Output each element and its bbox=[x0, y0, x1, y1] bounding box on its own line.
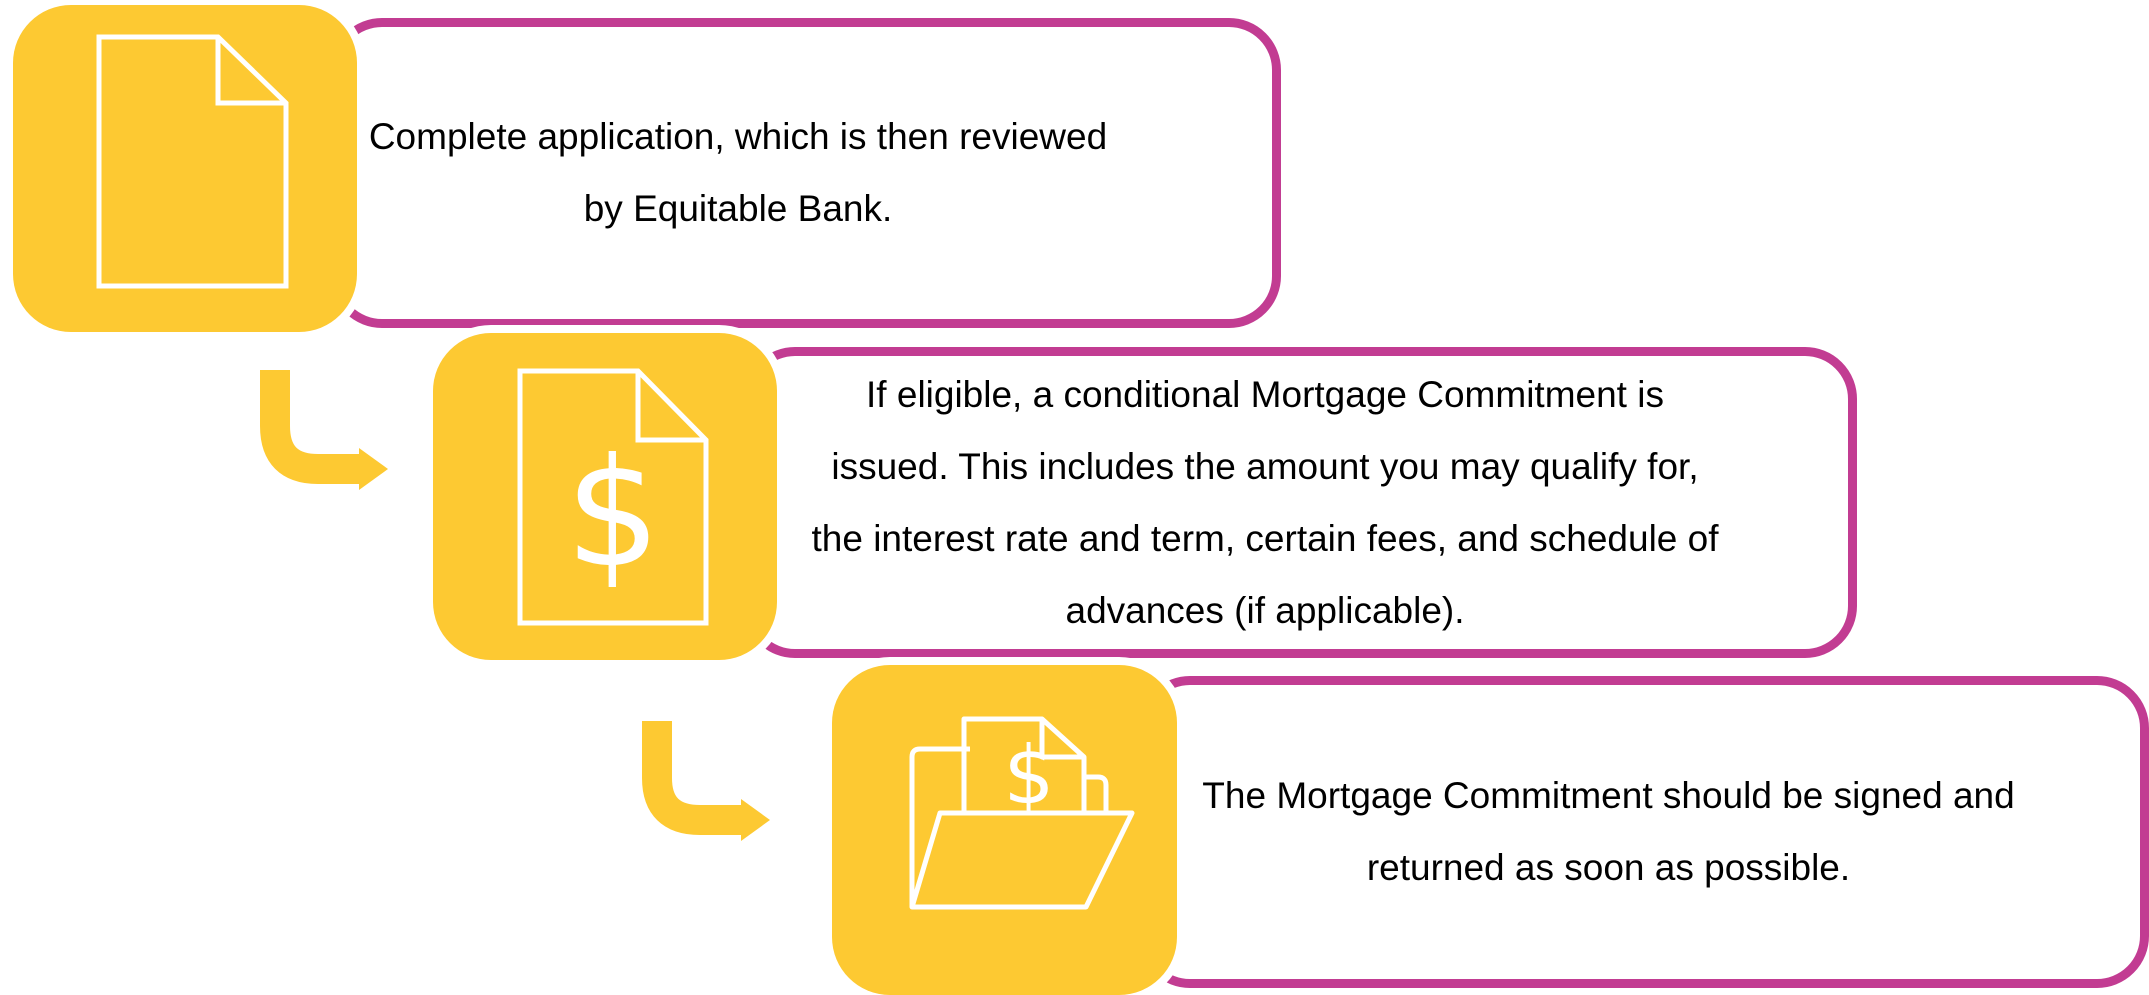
step-2-text: If eligible, a conditional Mortgage Comm… bbox=[765, 359, 1765, 647]
step-2-card: If eligible, a conditional Mortgage Comm… bbox=[743, 347, 1857, 658]
step-1-text: Complete application, which is then revi… bbox=[328, 101, 1148, 245]
document-icon bbox=[96, 34, 289, 289]
turn-right-arrow-icon bbox=[260, 370, 388, 490]
step-2-text-line: the interest rate and term, certain fees… bbox=[811, 517, 1719, 559]
folder-dollar-icon: $ bbox=[909, 716, 1135, 910]
step-1-text-line: Complete application, which is then revi… bbox=[368, 116, 1108, 157]
dollar-sign-glyph: $ bbox=[1004, 729, 1055, 822]
step-1-card: Complete application, which is then revi… bbox=[330, 18, 1281, 328]
step-1-text-line: by Equitable Bank. bbox=[583, 188, 893, 229]
step-2-text-line: If eligible, a conditional Mortgage Comm… bbox=[866, 373, 1664, 415]
step-2-icon-tile: $ bbox=[433, 333, 777, 660]
step-3-text-line: returned as soon as possible. bbox=[1366, 847, 1851, 888]
step-3-icon-tile: $ bbox=[832, 665, 1177, 995]
step-3-card: The Mortgage Commitment should be signed… bbox=[1138, 676, 2149, 988]
step-3-text: The Mortgage Commitment should be signed… bbox=[1159, 760, 2059, 904]
turn-right-arrow-icon bbox=[642, 721, 770, 841]
step-2-text-line: issued. This includes the amount you may… bbox=[831, 445, 1699, 487]
dollar-sign-glyph: $ bbox=[565, 427, 660, 601]
step-3-text-line: The Mortgage Commitment should be signed… bbox=[1202, 775, 2015, 816]
step-1-icon-tile bbox=[13, 5, 357, 332]
dollar-document-icon: $ bbox=[517, 368, 709, 626]
step-2-text-line: advances (if applicable). bbox=[1065, 589, 1465, 631]
